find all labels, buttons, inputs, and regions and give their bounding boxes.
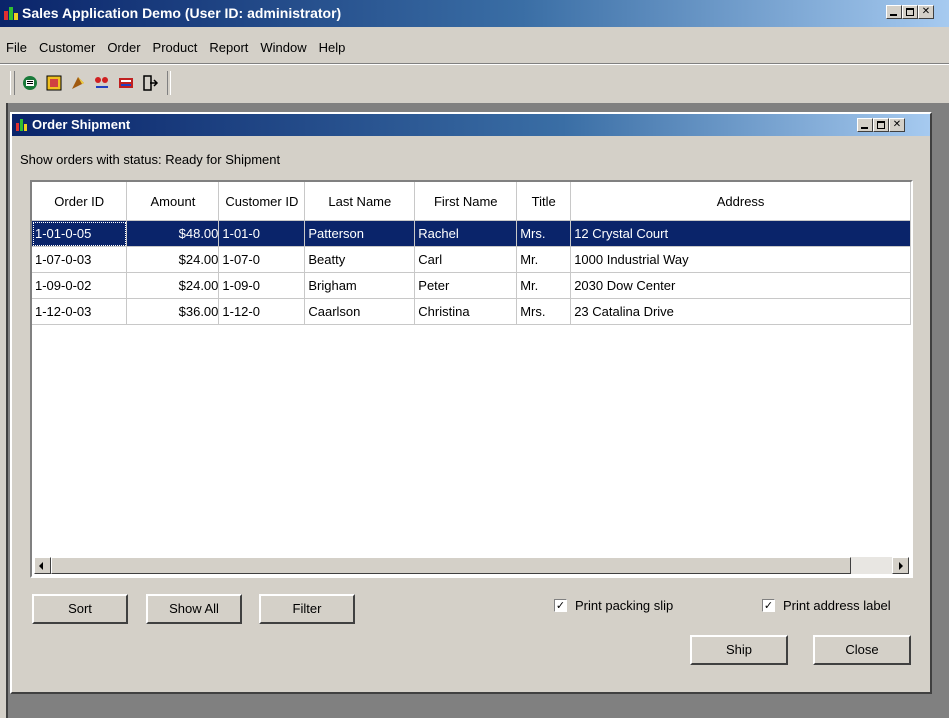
table-header: Order ID Amount Customer ID Last Name Fi…: [32, 182, 911, 221]
child-maximize-button[interactable]: [873, 118, 889, 132]
table-row[interactable]: 1-09-0-02 $24.00 1-09-0 Brigham Peter Mr…: [32, 272, 911, 299]
order-icon[interactable]: [45, 74, 63, 92]
cell-title: Mrs.: [516, 298, 572, 325]
child-close-button[interactable]: ✕: [889, 118, 905, 132]
exit-icon[interactable]: [141, 74, 159, 92]
column-header-amount[interactable]: Amount: [126, 182, 220, 221]
menu-order[interactable]: Order: [101, 38, 146, 58]
print-address-label-checkbox[interactable]: ✓: [762, 599, 775, 612]
window-icon: [16, 119, 27, 131]
column-header-customer-id[interactable]: Customer ID: [218, 182, 306, 221]
report-icon[interactable]: [93, 74, 111, 92]
menu-help[interactable]: Help: [313, 38, 352, 58]
show-all-button[interactable]: Show All: [146, 594, 242, 624]
cell-title: Mrs.: [516, 220, 572, 247]
cell-last-name: Caarlson: [304, 298, 416, 325]
menu-bar: File Customer Order Product Report Windo…: [0, 38, 351, 58]
cell-order-id: 1-07-0-03: [32, 246, 128, 273]
cell-title: Mr.: [516, 246, 572, 273]
close-window-button[interactable]: Close: [813, 635, 911, 665]
toolbar-end: [167, 71, 171, 95]
product-icon[interactable]: [69, 74, 87, 92]
child-window-title: Order Shipment: [32, 117, 131, 132]
cell-customer-id: 1-07-0: [218, 246, 306, 273]
maximize-button[interactable]: [902, 5, 918, 19]
app-title: Sales Application Demo (User ID: adminis…: [22, 5, 342, 21]
cell-address: 23 Catalina Drive: [570, 298, 911, 325]
column-header-order-id[interactable]: Order ID: [32, 182, 128, 221]
column-header-title[interactable]: Title: [516, 182, 572, 221]
ship-button[interactable]: Ship: [690, 635, 788, 665]
menu-report[interactable]: Report: [203, 38, 254, 58]
minimize-button[interactable]: [886, 5, 902, 19]
column-header-last-name[interactable]: Last Name: [304, 182, 416, 221]
cell-address: 2030 Dow Center: [570, 272, 911, 299]
cell-last-name: Beatty: [304, 246, 416, 273]
cell-address: 1000 Industrial Way: [570, 246, 911, 273]
toolbar: [10, 70, 171, 96]
table-row[interactable]: 1-07-0-03 $24.00 1-07-0 Beatty Carl Mr. …: [32, 246, 911, 273]
app-icon: [4, 7, 18, 20]
print-packing-slip-label: Print packing slip: [575, 598, 674, 613]
orders-grid[interactable]: Order ID Amount Customer ID Last Name Fi…: [30, 180, 913, 578]
customer-icon[interactable]: [21, 74, 39, 92]
cell-address: 12 Crystal Court: [570, 220, 911, 247]
menu-product[interactable]: Product: [147, 38, 204, 58]
cell-order-id: 1-09-0-02: [32, 272, 128, 299]
sort-button[interactable]: Sort: [32, 594, 128, 624]
cell-first-name: Carl: [414, 246, 518, 273]
print-packing-slip-option[interactable]: ✓ Print packing slip: [554, 598, 673, 613]
cell-first-name: Rachel: [414, 220, 518, 247]
cell-order-id: 1-01-0-05: [32, 220, 128, 247]
menu-window[interactable]: Window: [254, 38, 312, 58]
close-button[interactable]: ✕: [918, 5, 934, 19]
column-header-first-name[interactable]: First Name: [414, 182, 518, 221]
table-row[interactable]: 1-01-0-05 $48.00 1-01-0 Patterson Rachel…: [32, 220, 911, 247]
filter-button[interactable]: Filter: [259, 594, 355, 624]
scrollbar-thumb[interactable]: [51, 557, 851, 574]
cell-customer-id: 1-09-0: [218, 272, 306, 299]
print-address-label-option[interactable]: ✓ Print address label: [762, 598, 891, 613]
cell-amount: $24.00: [126, 246, 220, 273]
cell-customer-id: 1-01-0: [218, 220, 306, 247]
app-title-bar[interactable]: Sales Application Demo (User ID: adminis…: [0, 0, 949, 27]
cell-last-name: Brigham: [304, 272, 416, 299]
status-filter-label: Show orders with status: Ready for Shipm…: [20, 152, 281, 167]
toolbar-separator: [0, 63, 949, 65]
cell-first-name: Peter: [414, 272, 518, 299]
cell-last-name: Patterson: [304, 220, 416, 247]
scroll-right-icon[interactable]: [892, 557, 909, 574]
menu-file[interactable]: File: [0, 38, 33, 58]
window-icon[interactable]: [117, 74, 135, 92]
child-title-bar[interactable]: Order Shipment ✕: [12, 114, 930, 136]
child-minimize-button[interactable]: [857, 118, 873, 132]
scroll-left-icon[interactable]: [34, 557, 51, 574]
cell-title: Mr.: [516, 272, 572, 299]
cell-amount: $24.00: [126, 272, 220, 299]
cell-amount: $48.00: [126, 220, 220, 247]
cell-amount: $36.00: [126, 298, 220, 325]
print-address-label-label: Print address label: [783, 598, 891, 613]
toolbar-grip[interactable]: [10, 71, 15, 95]
table-row[interactable]: 1-12-0-03 $36.00 1-12-0 Caarlson Christi…: [32, 298, 911, 325]
cell-first-name: Christina: [414, 298, 518, 325]
horizontal-scrollbar[interactable]: [34, 557, 909, 574]
column-header-address[interactable]: Address: [570, 182, 911, 221]
print-packing-slip-checkbox[interactable]: ✓: [554, 599, 567, 612]
menu-customer[interactable]: Customer: [33, 38, 101, 58]
orders-table: Order ID Amount Customer ID Last Name Fi…: [32, 182, 911, 325]
cell-customer-id: 1-12-0: [218, 298, 306, 325]
cell-order-id: 1-12-0-03: [32, 298, 128, 325]
